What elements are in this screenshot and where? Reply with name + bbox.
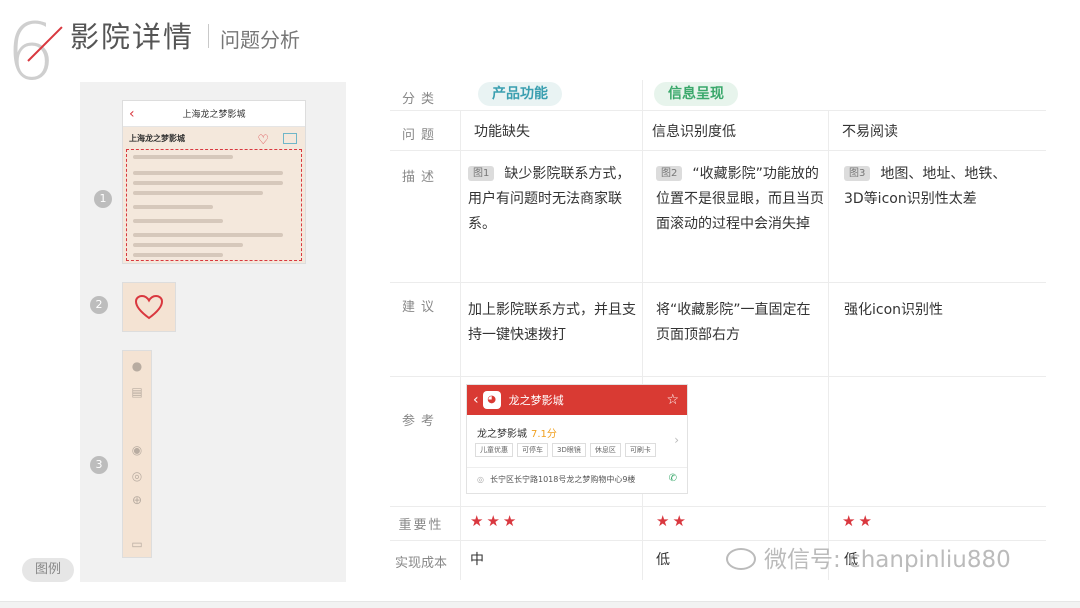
reference-tags: 儿童优惠 可停车 3D眼镜 休息区 可刷卡 [475, 443, 656, 457]
row-divider [390, 150, 1046, 151]
feature-tag: 休息区 [589, 443, 621, 457]
suggestion-cell: 将“收藏影院”一直固定在页面顶部右方 [656, 302, 811, 343]
card-icon [283, 133, 297, 144]
row-label-suggestion: 建议 [401, 300, 440, 315]
legend-tag: 图例 [22, 558, 74, 582]
phone-body: 上海龙之梦影城 ♡ [123, 127, 305, 150]
cost-cell: 低 [656, 552, 670, 568]
feature-tag: 可刷卡 [624, 443, 656, 457]
header-divider [208, 24, 209, 48]
importance-stars: ★★ [842, 512, 875, 530]
chevron-right-icon: › [674, 433, 679, 447]
cart-icon: ▭ [131, 537, 143, 551]
column-divider [460, 110, 461, 580]
page-title: 影院详情 [70, 20, 195, 54]
cinema-name-text: 龙之梦影城 [477, 429, 527, 440]
cinema-score: 7.1分 [531, 429, 557, 440]
analysis-table: 分类 问题 描述 建议 参考 重要性 实现成本 产品功能 信息呈现 功能缺失 信… [390, 80, 1046, 580]
app-logo-icon: ◕ [482, 391, 501, 409]
figure-tag: 图3 [844, 166, 871, 181]
cost-cell: 中 [470, 552, 484, 568]
row-label-cost: 实现成本 [394, 556, 447, 571]
description-cell: 图2 “收藏影院”功能放的位置不是很显眼，而且当页面滚动的过程中会消失掉 [656, 162, 826, 237]
description-cell: 图1 缺少影院联系方式，用户有问题时无法商家联系。 [468, 162, 638, 237]
heart-icon [134, 294, 164, 320]
bus-icon: ▤ [131, 385, 143, 399]
phone-title: 上海龙之梦影城 [182, 110, 246, 120]
map-pin-icon: ● [131, 359, 143, 373]
row-divider [390, 506, 1046, 507]
importance-stars: ★★★ [470, 512, 520, 530]
location-icon: ◎ [477, 475, 484, 484]
heart-icon: ♡ [257, 133, 269, 148]
feature-tag: 儿童优惠 [475, 443, 513, 457]
page-subtitle: 问题分析 [220, 28, 300, 52]
icon-strip-screenshot: ● ▤ ◉ ◎ ⊕ ▭ [122, 350, 152, 558]
phone-nav-bar: ‹ 上海龙之梦影城 [123, 101, 305, 127]
row-label-importance: 重要性 [398, 518, 444, 533]
watermark: 微信号: chanpinliu880 [726, 540, 1011, 574]
reference-title: 龙之梦影城 [508, 394, 564, 407]
description-cell: 图3 地图、地址、地铁、3D等icon识别性太差 [844, 162, 1024, 212]
problem-cell: 功能缺失 [474, 124, 530, 140]
row-label-description: 描述 [401, 170, 440, 185]
reference-mockup: ‹ ◕ 龙之梦影城 ☆ 龙之梦影城 7.1分 儿童优惠 可停车 3D眼镜 休息区 … [466, 384, 688, 494]
figure-tag: 图1 [468, 166, 495, 181]
problem-cell: 信息识别度低 [652, 124, 736, 140]
figure-tag: 图2 [656, 166, 683, 181]
legend-number-3: 3 [90, 456, 108, 474]
category-pill-product: 产品功能 [478, 82, 562, 106]
watermark-text: 微信号: chanpinliu880 [764, 547, 1011, 573]
bottom-strip [0, 601, 1080, 608]
suggestion-cell: 强化icon识别性 [844, 302, 944, 318]
address-text: 长宁区长宁路1018号龙之梦购物中心9楼 [489, 475, 636, 484]
column-divider [642, 80, 643, 580]
importance-stars: ★★ [656, 512, 689, 530]
feature-tag: 可停车 [517, 443, 548, 457]
back-icon: ‹ [473, 392, 479, 408]
legend-number-2: 2 [90, 296, 108, 314]
wechat-icon [726, 548, 756, 570]
highlight-box [126, 149, 302, 261]
suggestion-cell: 加上影院联系方式，并且支持一键快速拨打 [468, 302, 636, 343]
legend-panel: ‹ 上海龙之梦影城 上海龙之梦影城 ♡ 1 2 ● ▤ ◉ ◎ ⊕ ▭ 3 [80, 82, 346, 582]
heart-screenshot [122, 282, 176, 332]
reference-address: ◎ 长宁区长宁路1018号龙之梦购物中心9楼 [477, 474, 635, 485]
3d-icon: ◉ [131, 443, 143, 457]
reference-divider [467, 467, 687, 468]
imax-icon: ◎ [131, 469, 143, 483]
category-pill-info: 信息呈现 [654, 82, 738, 106]
column-divider [828, 110, 829, 580]
row-label-reference: 参考 [401, 414, 440, 429]
phone-cinema-name: 上海龙之梦影城 [129, 134, 185, 143]
feature-tag: 3D眼镜 [552, 443, 586, 457]
row-divider [390, 376, 1046, 377]
row-divider [390, 110, 1046, 111]
phone-screenshot: ‹ 上海龙之梦影城 上海龙之梦影城 ♡ [122, 100, 306, 264]
legend-number-1: 1 [94, 190, 112, 208]
row-label-category: 分类 [401, 92, 440, 107]
problem-cell: 不易阅读 [842, 124, 898, 140]
favorite-star-icon: ☆ [666, 392, 679, 408]
back-icon: ‹ [129, 105, 135, 122]
food-icon: ⊕ [131, 493, 143, 507]
reference-nav-bar: ‹ ◕ 龙之梦影城 ☆ [467, 385, 687, 415]
reference-cinema-name: 龙之梦影城 7.1分 [477, 425, 557, 440]
phone-icon: ✆ [668, 473, 677, 484]
row-divider [390, 282, 1046, 283]
row-label-problem: 问题 [401, 128, 440, 143]
slide-number: 6 [6, 8, 56, 98]
